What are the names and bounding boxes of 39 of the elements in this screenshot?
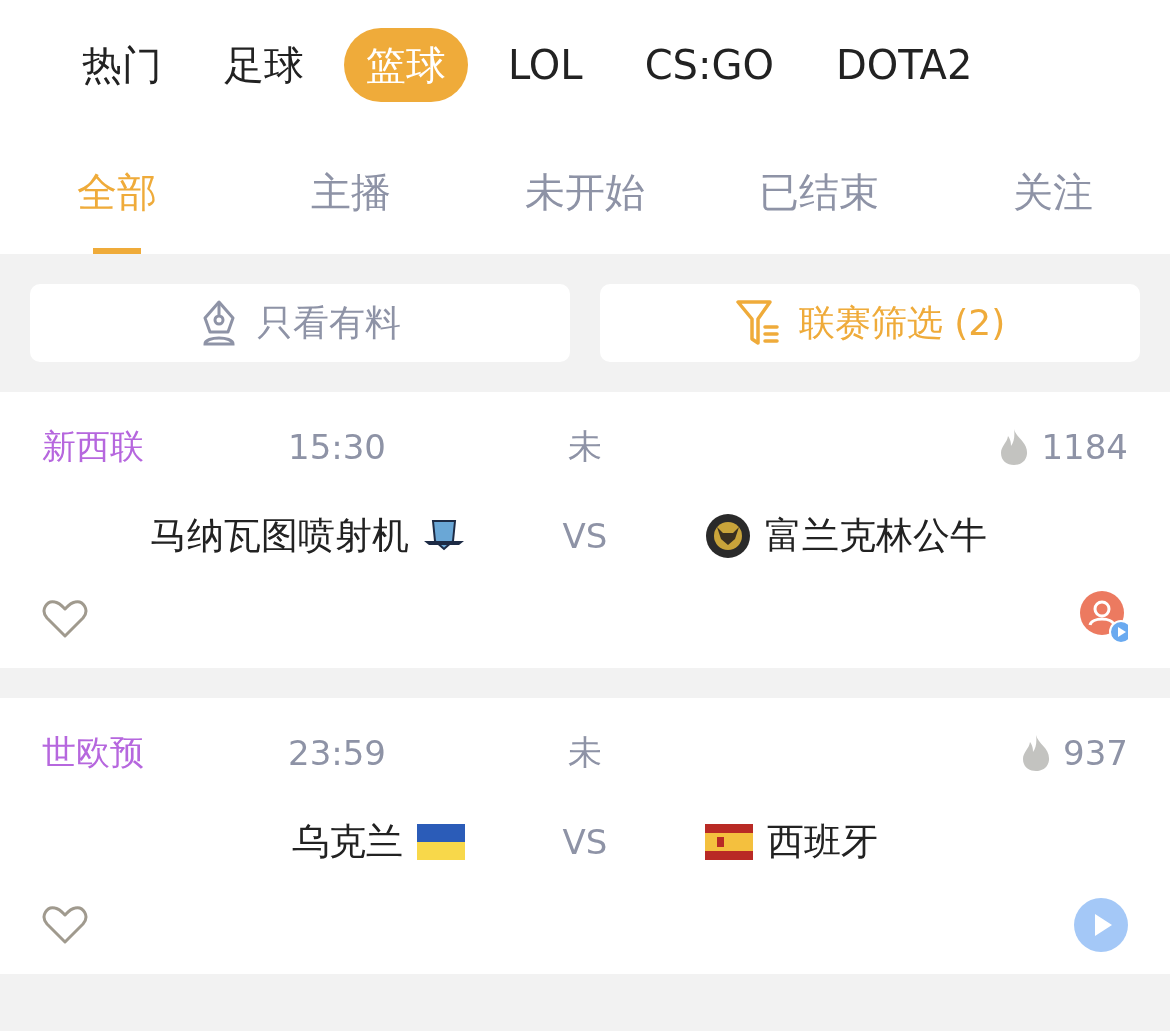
match-card[interactable]: 世欧预 23:59 未 937 乌克兰 VS 西班牙 (0, 698, 1170, 974)
match-status: 未 (567, 731, 603, 774)
match-card[interactable]: 新西联 15:30 未 1184 马纳瓦图喷射机 VS 富兰克林公牛 (0, 392, 1170, 668)
match-status: 未 (567, 425, 603, 468)
filter-tab[interactable]: 已结束 (702, 130, 936, 254)
team-name: 富兰克林公牛 (765, 513, 987, 559)
versus-label: VS (561, 822, 609, 862)
team-name: 西班牙 (767, 819, 878, 865)
league-name: 新西联 (42, 425, 145, 468)
sport-tab[interactable]: 热门 (60, 28, 184, 102)
flame-icon (1021, 734, 1052, 772)
flag-icon (417, 824, 465, 860)
flag-icon (705, 824, 753, 860)
filter-tab[interactable]: 全部 (0, 130, 234, 254)
sport-tab[interactable]: 篮球 (344, 28, 468, 102)
team-logo-icon (423, 519, 465, 553)
filter-button[interactable]: 联赛筛选 (2) (600, 284, 1140, 362)
sport-tab[interactable]: DOTA2 (813, 28, 995, 102)
heart-button[interactable] (42, 599, 88, 639)
heart-button[interactable] (42, 905, 88, 945)
team-name: 马纳瓦图喷射机 (150, 513, 409, 559)
filter-icon (734, 299, 781, 347)
filter-tab[interactable]: 未开始 (468, 130, 702, 254)
filter-button[interactable]: 只看有料 (30, 284, 570, 362)
sport-tab[interactable]: 足球 (202, 28, 326, 102)
flame-icon (999, 428, 1030, 466)
sport-tab[interactable]: CS:GO (622, 28, 796, 102)
sport-tab[interactable]: LOL (486, 28, 605, 102)
match-time: 23:59 (288, 733, 387, 773)
versus-label: VS (561, 516, 609, 556)
heat-count: 1184 (1041, 427, 1128, 467)
team-logo-icon (705, 513, 751, 559)
team-name: 乌克兰 (292, 819, 403, 865)
league-name: 世欧预 (42, 731, 145, 774)
filter-tab[interactable]: 关注 (936, 130, 1170, 254)
filter-tab[interactable]: 主播 (234, 130, 468, 254)
play-button[interactable] (1074, 898, 1128, 952)
heat-count: 937 (1063, 733, 1128, 773)
match-time: 15:30 (288, 427, 387, 467)
